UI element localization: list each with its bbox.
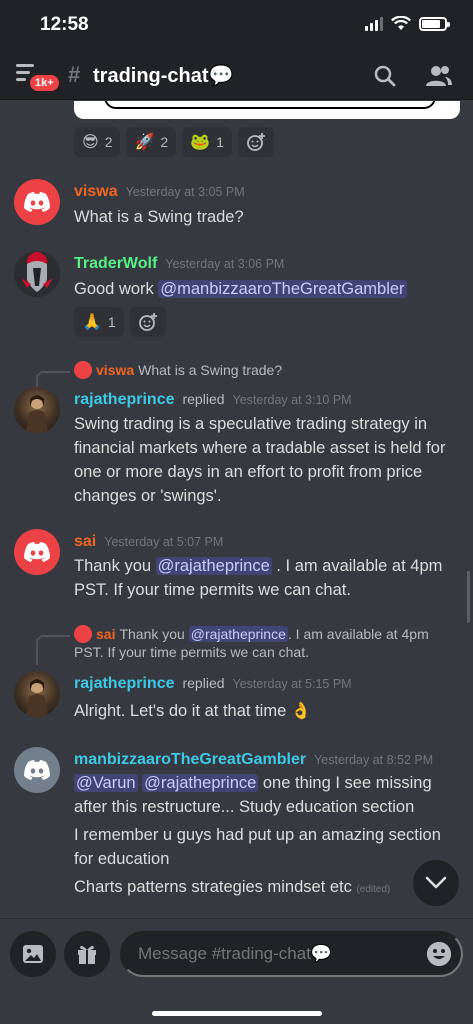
- message-text: Swing trading is a speculative trading s…: [74, 415, 446, 505]
- message-author[interactable]: rajatheprince: [74, 391, 174, 409]
- reply-avatar: [74, 625, 92, 643]
- user-mention[interactable]: @Varun: [74, 774, 138, 792]
- message-composer: [0, 918, 473, 1024]
- message-timestamp: Yesterday at 8:52 PM: [314, 753, 434, 767]
- avatar[interactable]: [14, 529, 60, 575]
- message-text: Alright. Let's do it at that time 👌: [74, 702, 312, 720]
- reaction-rocket[interactable]: 🚀 2: [126, 127, 177, 157]
- status-bar: 12:58: [0, 0, 473, 52]
- message-text: Good work @manbizzaaroTheGreatGambler: [74, 280, 407, 298]
- add-reaction-button[interactable]: [129, 307, 166, 337]
- message-author[interactable]: rajatheprince: [74, 675, 174, 693]
- avatar[interactable]: [14, 179, 60, 225]
- discord-logo-icon: [24, 542, 50, 562]
- scrollbar[interactable]: [467, 571, 470, 623]
- reply-spine: [36, 635, 70, 665]
- gift-icon: [78, 946, 96, 964]
- add-reaction-icon: [247, 133, 265, 151]
- message-timestamp: Yesterday at 3:05 PM: [125, 185, 245, 199]
- message-timestamp: Yesterday at 5:07 PM: [104, 535, 224, 549]
- search-icon[interactable]: [373, 64, 397, 88]
- jump-to-bottom-button[interactable]: [413, 860, 459, 906]
- chevron-down-icon: [425, 876, 447, 889]
- embed-card: [74, 101, 460, 119]
- gift-button[interactable]: [64, 931, 110, 977]
- edited-label: (edited): [356, 884, 391, 895]
- message-timestamp: Yesterday at 5:15 PM: [232, 677, 352, 691]
- channel-hash-icon: #: [68, 62, 81, 87]
- smiley-face-icon: [427, 942, 451, 966]
- emoji-picker-button[interactable]: [427, 942, 451, 966]
- image-upload-button[interactable]: [10, 931, 56, 977]
- reaction-pepe[interactable]: 🐸 1: [182, 127, 232, 157]
- message-input[interactable]: [120, 931, 463, 977]
- spartan-helmet-icon: [21, 252, 53, 292]
- notification-badge: 1k+: [28, 73, 61, 93]
- user-mention[interactable]: @rajatheprince: [188, 626, 288, 642]
- avatar[interactable]: [14, 251, 60, 297]
- message-text: @Varun @rajatheprince one thing I see mi…: [74, 774, 432, 816]
- discord-logo-icon: [24, 760, 50, 780]
- message-timestamp: Yesterday at 3:06 PM: [165, 257, 285, 271]
- user-mention[interactable]: @manbizzaaroTheGreatGambler: [158, 280, 407, 298]
- reply-text: What is a Swing trade?: [138, 362, 283, 378]
- discord-logo-icon: [24, 192, 50, 212]
- message-text: I remember u guys had put up an amazing …: [74, 826, 441, 868]
- avatar[interactable]: [14, 747, 60, 793]
- status-time: 12:58: [40, 14, 89, 35]
- status-icons: [365, 16, 450, 31]
- replied-label: replied: [182, 675, 225, 691]
- home-indicator: [152, 1011, 322, 1016]
- image-icon: [23, 945, 43, 963]
- channel-header: 1k+ # trading-chat💬: [0, 52, 473, 100]
- user-mention[interactable]: @rajatheprince: [142, 774, 259, 792]
- avatar[interactable]: [14, 671, 60, 717]
- reaction-cool-face[interactable]: 😎 2: [74, 127, 121, 157]
- message-author[interactable]: TraderWolf: [74, 255, 157, 273]
- message-timestamp: Yesterday at 3:10 PM: [232, 393, 352, 407]
- reaction-bar: 🙏 1: [74, 307, 166, 337]
- wifi-icon: [391, 16, 411, 30]
- message-text: Thank you @rajatheprince . I am availabl…: [74, 557, 443, 599]
- warrior-avatar-icon: [26, 679, 48, 717]
- message-author[interactable]: sai: [74, 533, 96, 551]
- warrior-avatar-icon: [26, 395, 48, 433]
- avatar[interactable]: [14, 387, 60, 433]
- message-author[interactable]: viswa: [74, 183, 118, 201]
- user-mention[interactable]: @rajatheprince: [155, 557, 272, 575]
- replied-label: replied: [182, 391, 225, 407]
- reaction-folded-hands[interactable]: 🙏 1: [74, 307, 124, 337]
- reply-author: viswa: [96, 362, 135, 378]
- reaction-bar: 😎 2 🚀 2 🐸 1: [74, 127, 274, 157]
- reply-author: sai: [96, 626, 116, 642]
- reply-reference[interactable]: viswa What is a Swing trade?: [74, 361, 459, 379]
- cellular-signal-icon: [365, 16, 383, 31]
- battery-icon: [419, 16, 450, 31]
- message-text: What is a Swing trade?: [74, 208, 244, 226]
- add-reaction-button[interactable]: [237, 127, 274, 157]
- message-author[interactable]: manbizzaaroTheGreatGambler: [74, 751, 306, 769]
- message-list[interactable]: 😎 2 🚀 2 🐸 1 viswa Yesterday at 3:05 PM W…: [0, 101, 473, 918]
- reply-reference[interactable]: sai Thank you @rajatheprince. I am availa…: [74, 625, 459, 661]
- add-reaction-icon: [138, 313, 157, 331]
- reply-avatar: [74, 361, 92, 379]
- channel-title[interactable]: trading-chat💬: [93, 63, 233, 88]
- message-text: Charts patterns strategies mindset etc (…: [74, 878, 391, 896]
- members-icon[interactable]: [425, 64, 453, 88]
